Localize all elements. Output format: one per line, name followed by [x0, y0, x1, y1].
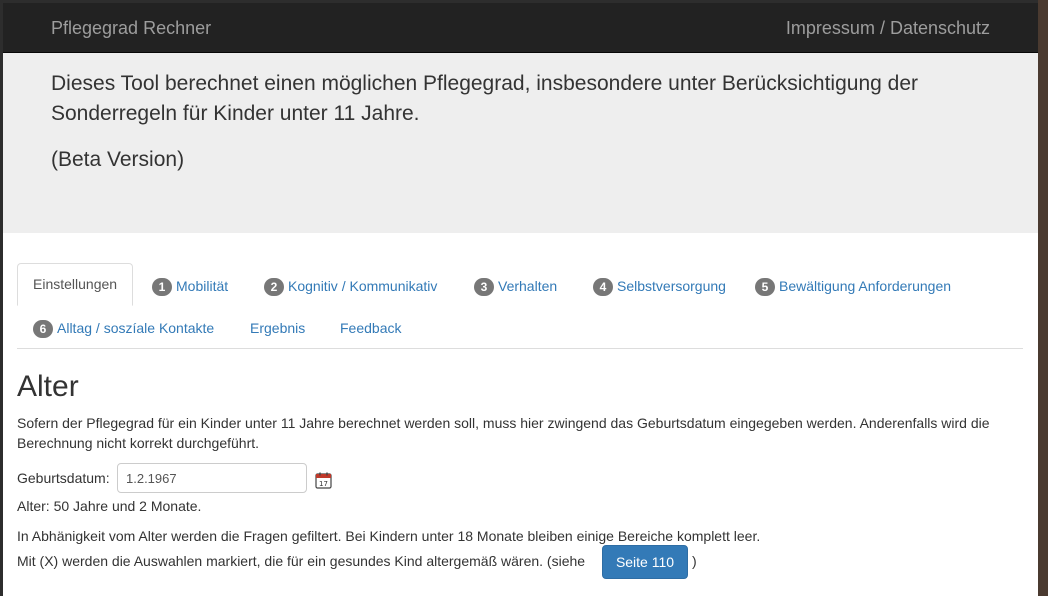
- tab-label: Verhalten: [498, 278, 558, 294]
- section-title: Alter: [17, 370, 79, 403]
- calendar-icon[interactable]: 17: [315, 472, 332, 489]
- intro-text: Dieses Tool berechnet einen möglichen Pf…: [51, 72, 918, 125]
- hint-closing-paren: ): [692, 553, 697, 569]
- tab-feedback[interactable]: Feedback: [325, 308, 416, 348]
- tab-label: Selbstversorgung: [617, 278, 726, 294]
- tab-label: Alltag / soszíale Kontakte: [57, 320, 215, 336]
- tab-label: Mobilität: [176, 278, 229, 294]
- tab-label: Kognitiv / Kommunikativ: [288, 278, 438, 294]
- impressum-link[interactable]: Impressum / Datenschutz: [786, 18, 990, 39]
- tab-kognitiv-kommunikativ[interactable]: 2 Kognitiv / Kommunikativ: [249, 266, 452, 306]
- tab-number-badge: 5: [755, 278, 775, 297]
- navbar: Pflegegrad Rechner Impressum / Datenschu…: [3, 3, 1038, 53]
- tab-einstellungen[interactable]: Einstellungen: [17, 263, 134, 306]
- tab-number-badge: 4: [593, 278, 613, 297]
- navbar-brand-link[interactable]: Pflegegrad Rechner: [51, 18, 211, 39]
- filter-hint: In Abhänigkeit vom Alter werden die Frag…: [17, 528, 761, 544]
- age-display: Alter: 50 Jahre und 2 Monate.: [17, 498, 202, 514]
- intro-jumbotron: Dieses Tool berechnet einen möglichen Pf…: [3, 53, 1038, 233]
- tab-alltag-soziale-kontakte[interactable]: 6 Alltag / soszíale Kontakte: [18, 308, 229, 348]
- page-110-button[interactable]: Seite 110: [602, 545, 688, 579]
- window-frame-right: [1038, 0, 1048, 596]
- tab-verhalten[interactable]: 3 Verhalten: [459, 266, 572, 306]
- beta-label: (Beta Version): [51, 148, 185, 171]
- tab-number-badge: 3: [474, 278, 494, 297]
- tab-label: Einstellungen: [33, 276, 118, 292]
- birthdate-input[interactable]: [117, 463, 307, 493]
- tab-mobilitaet[interactable]: 1 Mobilität: [137, 266, 243, 306]
- tab-label: Ergebnis: [250, 320, 306, 336]
- tab-label: Bewältigung Anforderungen: [779, 278, 952, 294]
- tab-label: Feedback: [340, 320, 402, 336]
- tab-number-badge: 1: [152, 278, 172, 297]
- tab-ergebnis[interactable]: Ergebnis: [235, 308, 320, 348]
- birthdate-label: Geburtsdatum:: [17, 470, 110, 486]
- calendar-icon-day: 17: [319, 480, 328, 488]
- tab-number-badge: 2: [264, 278, 284, 297]
- healthy-child-hint: Mit (X) werden die Auswahlen markiert, d…: [17, 553, 586, 569]
- section-tabs: Einstellungen 1 Mobilität 2 Kognitiv / Kom…: [17, 263, 1023, 349]
- tab-bewaeltigung-anforderungen[interactable]: 5 Bewältigung Anforderungen: [740, 266, 966, 306]
- tab-number-badge: 6: [33, 320, 53, 339]
- tab-selbstversorgung[interactable]: 4 Selbstversorgung: [578, 266, 741, 306]
- section-description: Sofern der Pflegegrad für ein Kinder unt…: [17, 415, 990, 451]
